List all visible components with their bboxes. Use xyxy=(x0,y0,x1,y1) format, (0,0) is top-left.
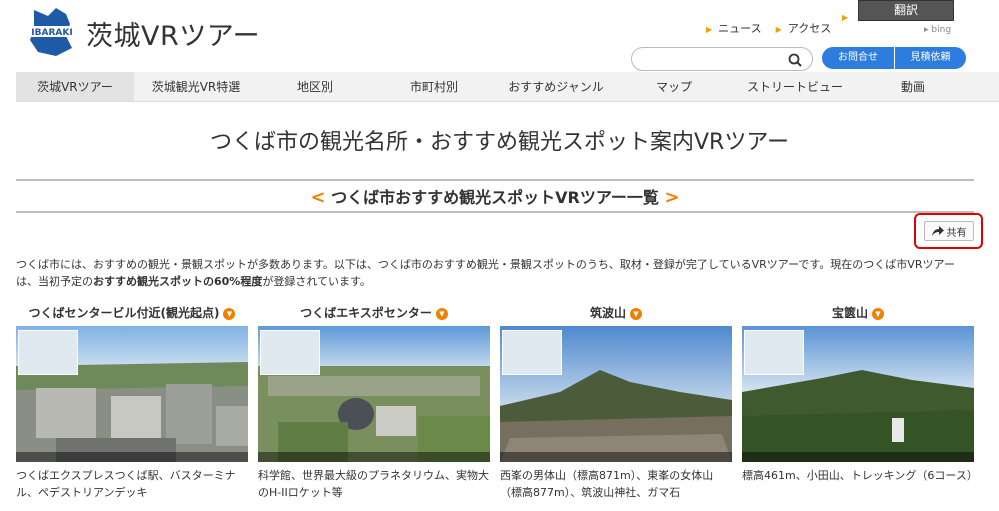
intro-bold: おすすめ観光スポットの60%程度 xyxy=(93,275,263,288)
nav-item-municipality[interactable]: 市町村別 xyxy=(372,72,496,101)
tour-card[interactable]: つくばエキスポセンター ▼ 科学館、世界最大級のプラネタリウム、実物大のH-IIロ… xyxy=(258,305,490,501)
main-nav: 茨城VRツアー 茨城観光VR特選 地区別 市町村別 おすすめジャンル マップ ス… xyxy=(16,72,999,102)
nav-item-map[interactable]: マップ xyxy=(616,72,732,101)
tour-thumbnail[interactable] xyxy=(742,326,974,462)
nav-item-video[interactable]: 動画 xyxy=(858,72,968,101)
chevron-down-icon: ▼ xyxy=(630,308,642,320)
card-title[interactable]: 宝篋山 ▼ xyxy=(742,305,974,323)
logo-text: IBARAKI xyxy=(31,28,72,38)
minimap[interactable] xyxy=(744,330,804,375)
minimap[interactable] xyxy=(18,330,78,375)
card-title-text: つくばセンタービル付近(観光起点) xyxy=(28,306,220,320)
translate-button[interactable]: 翻訳 xyxy=(858,0,954,21)
arrow-right-icon: > xyxy=(664,187,680,208)
intro-text: つくば市には、おすすめの観光・景観スポットが多数あります。以下は、つくば市のおす… xyxy=(16,256,976,290)
page-title: つくば市の観光名所・おすすめ観光スポット案内VRツアー xyxy=(209,130,790,155)
tour-card[interactable]: 宝篋山 ▼ 標高461m、小田山、トレッキング（6コース） xyxy=(742,305,978,484)
site-title[interactable]: 茨城VRツアー xyxy=(86,14,260,53)
nav-item-tokusen[interactable]: 茨城観光VR特選 xyxy=(134,72,258,101)
nav-item-genre[interactable]: おすすめジャンル xyxy=(496,72,616,101)
card-title-text: 筑波山 xyxy=(589,306,626,320)
tour-card[interactable]: 筑波山 ▼ 西峯の男体山（標高871m）、東峯の女体山（標高877m）、筑波山神社… xyxy=(500,305,732,501)
chevron-down-icon: ▼ xyxy=(435,308,448,320)
tour-controls[interactable] xyxy=(258,452,490,462)
divider xyxy=(16,179,974,181)
bing-label: ▸ bing xyxy=(924,25,951,35)
estimate-button[interactable]: 見積依頼 xyxy=(895,47,966,69)
tour-thumbnail[interactable] xyxy=(258,326,490,462)
share-icon xyxy=(931,226,944,236)
access-link[interactable]: ▶ アクセス xyxy=(776,20,832,36)
share-button[interactable]: 共有 xyxy=(924,221,974,241)
tour-thumbnail[interactable] xyxy=(500,326,732,462)
news-link-label: ニュース xyxy=(718,22,762,35)
search-input[interactable] xyxy=(642,48,792,71)
triangle-icon: ▶ xyxy=(706,25,713,34)
tour-controls[interactable] xyxy=(16,452,248,462)
tour-controls[interactable] xyxy=(500,452,732,462)
triangle-icon: ▶ xyxy=(842,13,849,22)
search-icon[interactable] xyxy=(788,52,802,71)
card-title-text: 宝篋山 xyxy=(831,306,868,320)
bing-text: bing xyxy=(931,25,952,35)
contact-button[interactable]: お問合せ xyxy=(822,47,894,69)
top-links: ▶ ニュース ▶ アクセス xyxy=(706,20,831,36)
card-description: 西峯の男体山（標高871m）、東峯の女体山（標高877m）、筑波山神社、ガマ石 xyxy=(500,469,714,499)
minimap[interactable] xyxy=(502,330,562,375)
tour-thumbnail[interactable] xyxy=(16,326,248,462)
arrow-left-icon: < xyxy=(310,187,326,208)
minimap[interactable] xyxy=(260,330,320,375)
ibaraki-logo[interactable]: IBARAKI xyxy=(26,6,78,58)
bing-icon: ▸ xyxy=(924,25,929,35)
search-box xyxy=(631,47,813,71)
card-description: 科学館、世界最大級のプラネタリウム、実物大のH-IIロケット等 xyxy=(258,469,489,499)
chevron-down-icon: ▼ xyxy=(223,308,236,320)
nav-item-ibaraki-vr-tour[interactable]: 茨城VRツアー xyxy=(16,72,134,101)
tour-controls[interactable] xyxy=(742,452,974,462)
chevron-down-icon: ▼ xyxy=(872,308,884,320)
nav-item-area[interactable]: 地区別 xyxy=(258,72,372,101)
card-title[interactable]: つくばセンタービル付近(観光起点) ▼ xyxy=(16,305,248,323)
divider xyxy=(16,211,974,213)
access-link-label: アクセス xyxy=(787,22,832,35)
section-title: < つくば市おすすめ観光スポットVRツアー一覧 > xyxy=(16,184,974,208)
news-link[interactable]: ▶ ニュース xyxy=(706,20,762,36)
card-title-text: つくばエキスポセンター xyxy=(300,306,432,320)
tour-card[interactable]: つくばセンタービル付近(観光起点) ▼ つくばエクスプレスつくば駅、バスターミナル… xyxy=(16,305,248,501)
share-label: 共有 xyxy=(946,227,967,239)
triangle-icon: ▶ xyxy=(775,25,782,34)
section-title-text: つくば市おすすめ観光スポットVRツアー一覧 xyxy=(331,188,659,207)
card-description: 標高461m、小田山、トレッキング（6コース） xyxy=(742,469,978,482)
card-title[interactable]: つくばエキスポセンター ▼ xyxy=(258,305,490,323)
intro-part2: が登録されています。 xyxy=(262,275,371,288)
card-description: つくばエクスプレスつくば駅、バスターミナル、ペデストリアンデッキ xyxy=(16,469,236,499)
nav-item-streetview[interactable]: ストリートビュー xyxy=(732,72,858,101)
card-title[interactable]: 筑波山 ▼ xyxy=(500,305,732,323)
